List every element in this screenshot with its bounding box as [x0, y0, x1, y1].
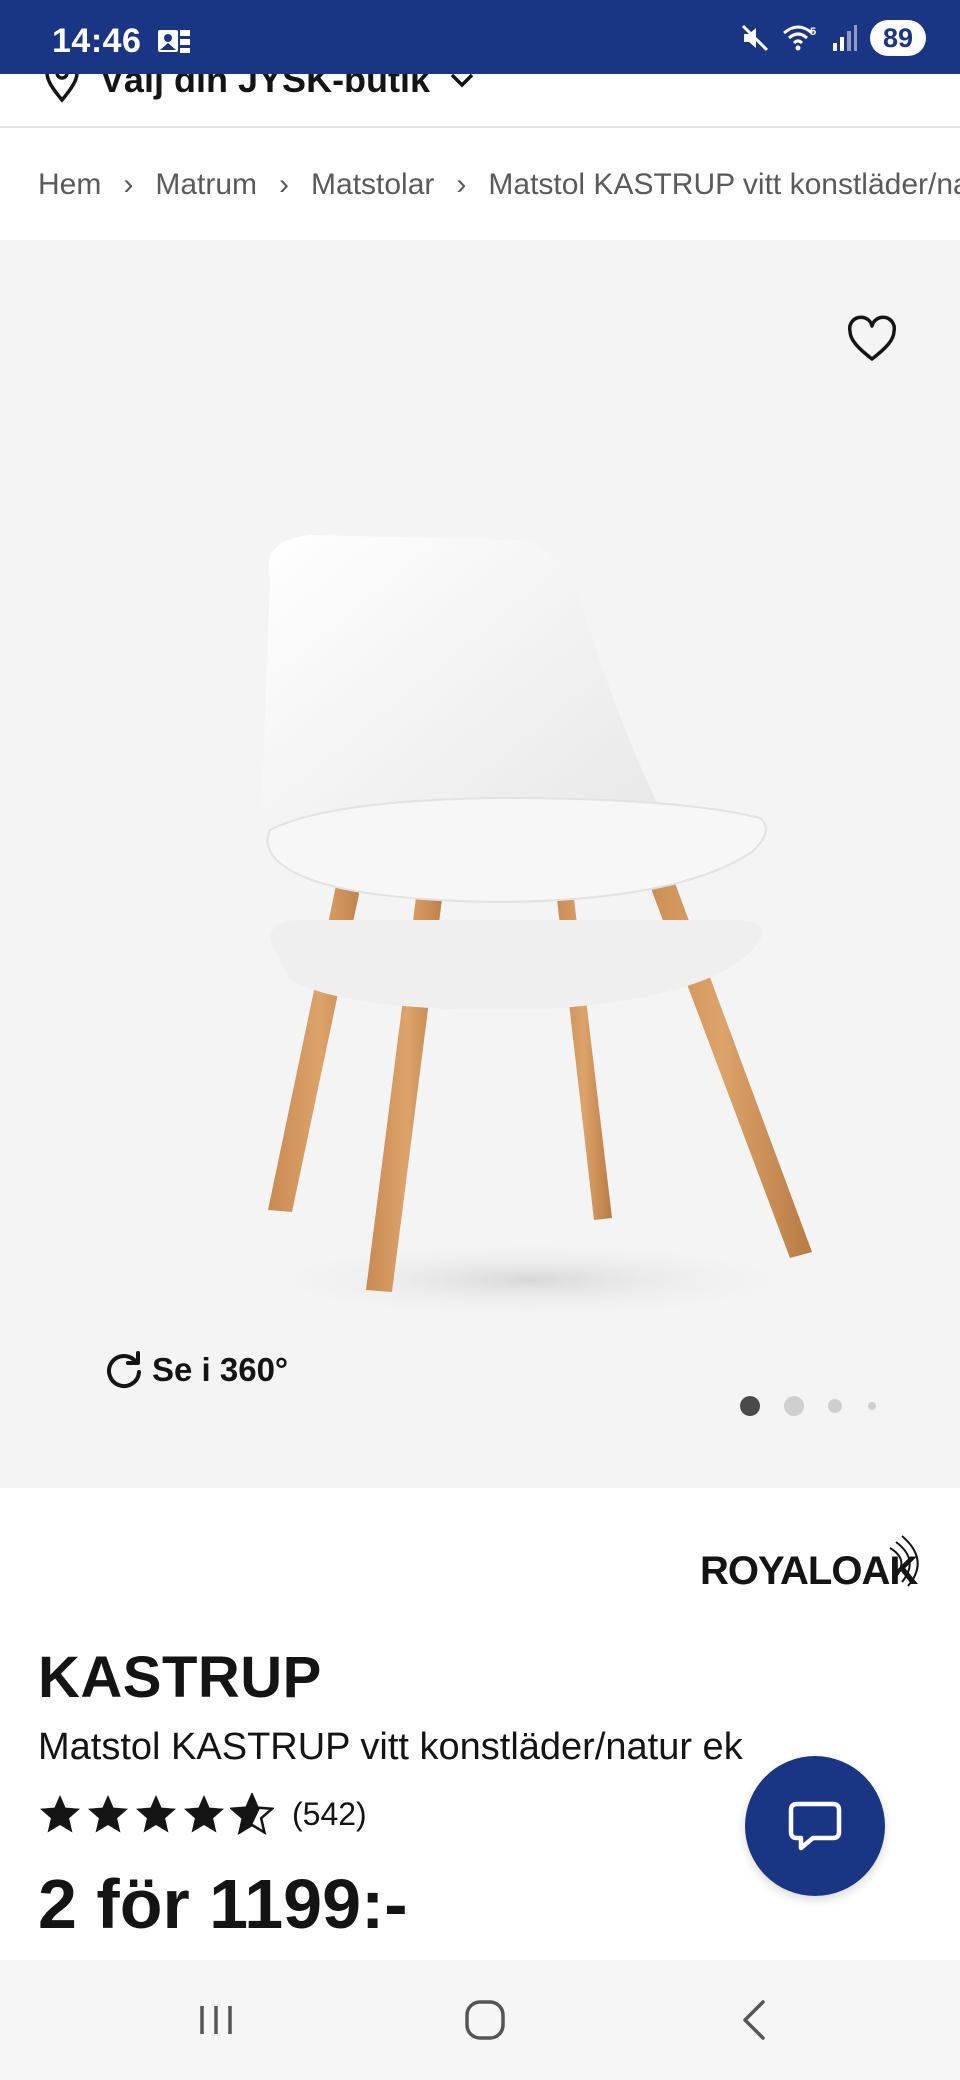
- mute-icon: [741, 24, 769, 52]
- chevron-down-icon: [450, 74, 474, 88]
- carousel-dot[interactable]: [828, 1399, 842, 1413]
- chat-bubble-icon: [788, 1801, 842, 1851]
- signal-icon: [833, 25, 857, 51]
- view-360-button[interactable]: Se i 360°: [104, 1350, 288, 1390]
- rating-stars[interactable]: (542): [38, 1793, 367, 1835]
- rotate-icon: [107, 1351, 141, 1389]
- breadcrumb-separator: ›: [279, 168, 290, 201]
- breadcrumb-separator: ›: [123, 168, 134, 201]
- store-selector[interactable]: Välj din JYSK-butik: [0, 74, 960, 128]
- product-price: 2 för 1199:-: [38, 1865, 408, 1943]
- location-pin-icon: [45, 74, 79, 103]
- star-full-icon: [135, 1794, 177, 1833]
- brand-logo-text: ROYALOAK: [700, 1549, 918, 1590]
- star-full-icon: [183, 1794, 225, 1833]
- status-time: 14:46: [52, 22, 142, 60]
- carousel-dot[interactable]: [784, 1396, 804, 1416]
- review-count[interactable]: (542): [292, 1796, 367, 1833]
- system-navigation-bar: [0, 1960, 960, 2080]
- product-image-chair: [250, 535, 812, 1320]
- breadcrumb-item-dining-room[interactable]: Matrum: [155, 168, 257, 202]
- breadcrumb-item-home[interactable]: Hem: [38, 168, 101, 202]
- heart-icon[interactable]: [844, 312, 900, 368]
- photo-gallery-icon: [158, 30, 190, 53]
- view-360-label: Se i 360°: [152, 1351, 289, 1388]
- home-icon: [465, 2000, 505, 2040]
- product-name: KASTRUP: [38, 1645, 322, 1710]
- carousel-dot-active[interactable]: [740, 1396, 760, 1416]
- star-full-icon: [39, 1794, 81, 1833]
- carousel-pagination: [740, 1392, 876, 1420]
- product-subtitle: Matstol KASTRUP vitt konstläder/natur ek: [38, 1726, 743, 1768]
- star-half-icon: [230, 1793, 274, 1835]
- breadcrumb-item-dining-chairs[interactable]: Matstolar: [311, 168, 434, 202]
- carousel-dot[interactable]: [868, 1402, 876, 1410]
- back-icon: [743, 2000, 765, 2040]
- brand-logo: ROYALOAK: [700, 1535, 919, 1590]
- recent-apps-icon: [200, 2006, 232, 2034]
- status-bar: 14:46 5 89: [0, 0, 960, 74]
- breadcrumb-separator: ›: [456, 168, 467, 201]
- breadcrumb: Hem › Matrum › Matstolar › Matstol KASTR…: [0, 130, 960, 240]
- chat-button[interactable]: [745, 1756, 885, 1896]
- recent-apps-button[interactable]: [181, 1990, 251, 2050]
- home-button[interactable]: [450, 1990, 520, 2050]
- star-full-icon: [87, 1794, 129, 1833]
- svg-text:5: 5: [810, 26, 816, 38]
- breadcrumb-item-current: Matstol KASTRUP vitt konstläder/natur ek: [488, 168, 960, 201]
- back-button[interactable]: [718, 1990, 788, 2050]
- product-gallery[interactable]: Se i 360°: [0, 240, 960, 1488]
- wifi-5-icon: 5: [783, 25, 816, 51]
- battery-indicator: 89: [870, 20, 926, 56]
- store-selector-label: Välj din JYSK-butik: [100, 74, 431, 100]
